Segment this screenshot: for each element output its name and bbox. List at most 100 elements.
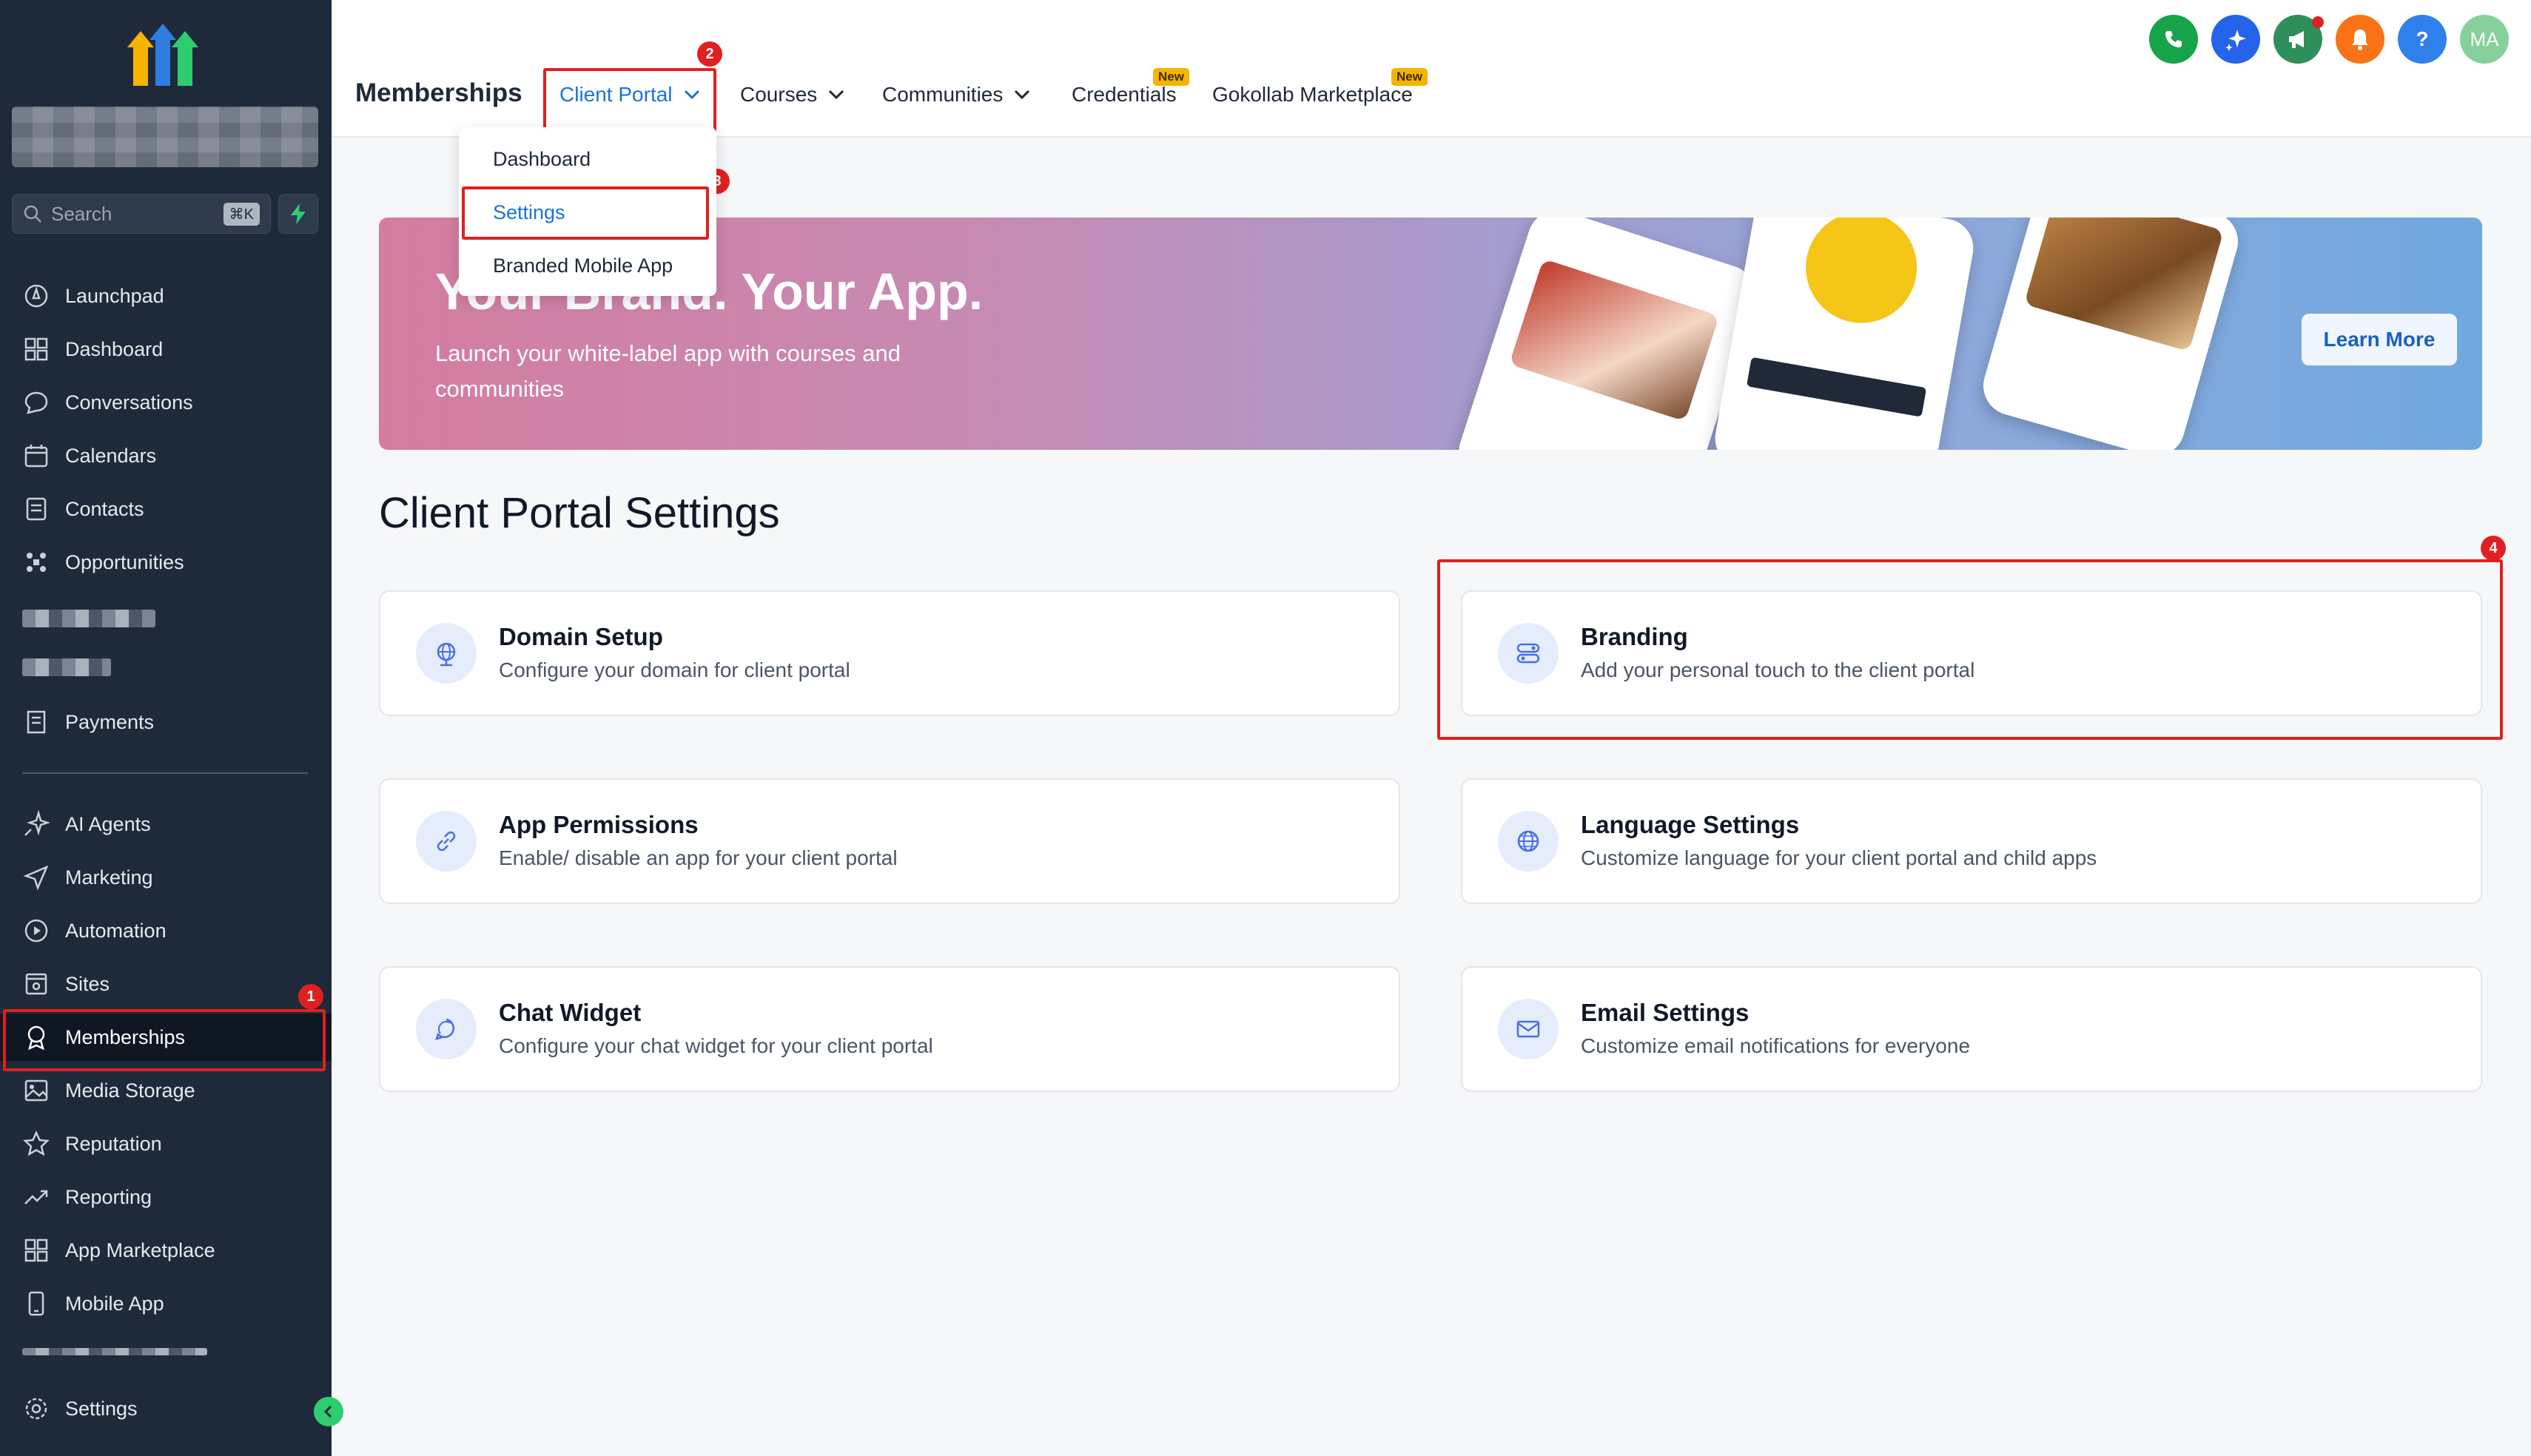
tab-credentials[interactable]: Credentials bbox=[1072, 83, 1177, 107]
dropdown-item-branded-mobile-app[interactable]: Branded Mobile App bbox=[493, 255, 673, 277]
star-icon bbox=[23, 1130, 50, 1156]
sidebar-item-ai-agents[interactable]: AI Agents bbox=[0, 801, 332, 848]
sidebar-item-label: Settings bbox=[65, 1397, 138, 1420]
mail-icon bbox=[1498, 999, 1559, 1059]
payments-icon bbox=[27, 710, 46, 734]
sidebar-item-mobile-app[interactable]: Mobile App bbox=[0, 1280, 332, 1327]
sidebar-item-dashboard[interactable]: Dashboard bbox=[0, 326, 332, 373]
sidebar-item-label: Contacts bbox=[65, 497, 144, 520]
phone-mockup-image bbox=[1710, 218, 1978, 450]
link-icon bbox=[416, 811, 477, 872]
redacted-nav-item[interactable] bbox=[22, 610, 155, 627]
sidebar-item-label: Media Storage bbox=[65, 1079, 195, 1102]
tab-label: Communities bbox=[882, 83, 1004, 106]
annotation-box-1 bbox=[3, 1009, 326, 1071]
opportunities-icon bbox=[27, 553, 46, 572]
user-avatar[interactable]: MA bbox=[2460, 15, 2509, 64]
sidebar-item-label: Calendars bbox=[65, 444, 157, 467]
card-title: Domain Setup bbox=[499, 623, 663, 650]
sidebar-item-settings[interactable]: Settings bbox=[0, 1385, 332, 1432]
sites-icon bbox=[25, 973, 47, 995]
card-title: Chat Widget bbox=[499, 999, 642, 1026]
sidebar-item-payments[interactable]: Payments bbox=[0, 698, 332, 746]
image-icon bbox=[24, 1079, 48, 1102]
megaphone-icon bbox=[2289, 31, 2304, 48]
client-portal-dropdown: Dashboard Settings Branded Mobile App bbox=[459, 127, 716, 296]
notifications-button[interactable] bbox=[2336, 15, 2384, 64]
contacts-icon bbox=[26, 497, 47, 521]
send-icon bbox=[23, 865, 49, 891]
card-domain-setup[interactable]: Domain Setup Configure your domain for c… bbox=[379, 590, 1400, 716]
dropdown-item-dashboard[interactable]: Dashboard bbox=[493, 148, 591, 171]
sidebar-item-launchpad[interactable]: Launchpad bbox=[0, 272, 332, 320]
apps-icon bbox=[24, 1238, 48, 1262]
sidebar-divider bbox=[22, 772, 308, 774]
card-description: Customize email notifications for everyo… bbox=[1581, 1034, 1971, 1057]
sidebar-item-opportunities[interactable]: Opportunities bbox=[0, 539, 332, 586]
sidebar-item-label: Mobile App bbox=[65, 1292, 164, 1315]
collapse-sidebar-button[interactable] bbox=[314, 1397, 343, 1426]
ai-assistant-button[interactable] bbox=[2211, 15, 2260, 64]
chat-bubble-icon bbox=[416, 999, 477, 1059]
card-chat-widget[interactable]: Chat Widget Configure your chat widget f… bbox=[379, 966, 1400, 1092]
chevron-left-icon bbox=[323, 1405, 332, 1418]
search-label: Search bbox=[51, 202, 112, 225]
app-logo-icon[interactable] bbox=[126, 21, 203, 87]
tab-label: Courses bbox=[740, 83, 818, 106]
learn-more-button[interactable]: Learn More bbox=[2302, 314, 2457, 365]
card-title: Email Settings bbox=[1581, 999, 1749, 1026]
sidebar-item-app-marketplace[interactable]: App Marketplace bbox=[0, 1227, 332, 1274]
sidebar-item-label: AI Agents bbox=[65, 812, 151, 835]
phone-button[interactable] bbox=[2149, 15, 2198, 64]
grid-icon bbox=[24, 337, 48, 361]
sidebar-item-sites[interactable]: Sites bbox=[0, 960, 332, 1008]
page-title: Memberships bbox=[355, 78, 522, 107]
quick-action-button[interactable] bbox=[278, 194, 318, 234]
annotation-box-3 bbox=[462, 186, 709, 240]
sidebar-item-label: Conversations bbox=[65, 391, 193, 414]
tab-courses[interactable]: Courses bbox=[740, 83, 845, 107]
card-email-settings[interactable]: Email Settings Customize email notificat… bbox=[1461, 966, 2482, 1092]
phone-icon bbox=[2165, 31, 2182, 47]
annotation-badge-4: 4 bbox=[2481, 536, 2506, 561]
clipped-nav-item[interactable] bbox=[22, 1348, 207, 1355]
sidebar-item-media-storage[interactable]: Media Storage bbox=[0, 1067, 332, 1114]
annotation-box-4 bbox=[1437, 559, 2503, 740]
sidebar-item-label: App Marketplace bbox=[65, 1238, 215, 1261]
rocket-icon bbox=[24, 284, 48, 308]
account-switcher[interactable] bbox=[12, 107, 318, 167]
sidebar-search[interactable]: Search ⌘K bbox=[12, 194, 271, 234]
sidebar-item-contacts[interactable]: Contacts bbox=[0, 485, 332, 533]
sparkle-icon bbox=[24, 810, 50, 836]
trend-icon bbox=[24, 1190, 48, 1204]
tab-communities[interactable]: Communities bbox=[882, 83, 1031, 107]
sidebar-item-automation[interactable]: Automation bbox=[0, 907, 332, 954]
shortcut-badge: ⌘K bbox=[223, 202, 260, 226]
card-title: App Permissions bbox=[499, 811, 699, 838]
sidebar-item-label: Reporting bbox=[65, 1185, 152, 1208]
tab-label: Gokollab Marketplace bbox=[1212, 83, 1413, 106]
sidebar-item-reputation[interactable]: Reputation bbox=[0, 1120, 332, 1167]
sidebar-item-label: Payments bbox=[65, 710, 155, 733]
annotation-badge-2: 2 bbox=[697, 41, 722, 67]
avatar-initials: MA bbox=[2470, 27, 2499, 50]
redacted-nav-item[interactable] bbox=[22, 658, 111, 676]
sidebar-item-reporting[interactable]: Reporting bbox=[0, 1173, 332, 1221]
help-icon: ? bbox=[2416, 27, 2429, 50]
card-language-settings[interactable]: Language Settings Customize language for… bbox=[1461, 778, 2482, 904]
tab-gokollab-marketplace[interactable]: Gokollab Marketplace bbox=[1212, 83, 1413, 107]
help-button[interactable]: ? bbox=[2398, 15, 2447, 64]
card-description: Configure your domain for client portal bbox=[499, 658, 850, 681]
sidebar-item-conversations[interactable]: Conversations bbox=[0, 379, 332, 426]
sidebar-item-label: Reputation bbox=[65, 1132, 162, 1155]
card-app-permissions[interactable]: App Permissions Enable/ disable an app f… bbox=[379, 778, 1400, 904]
sidebar-item-marketing[interactable]: Marketing bbox=[0, 854, 332, 901]
banner-subtitle: Launch your white-label app with courses… bbox=[435, 340, 901, 402]
chevron-down-icon bbox=[829, 90, 844, 100]
sidebar-item-label: Launchpad bbox=[65, 284, 164, 307]
sidebar-item-calendars[interactable]: Calendars bbox=[0, 432, 332, 479]
card-description: Customize language for your client porta… bbox=[1581, 846, 2097, 869]
gear-icon bbox=[25, 1398, 47, 1420]
new-badge: New bbox=[1153, 68, 1189, 86]
sidebar-item-label: Marketing bbox=[65, 866, 153, 889]
